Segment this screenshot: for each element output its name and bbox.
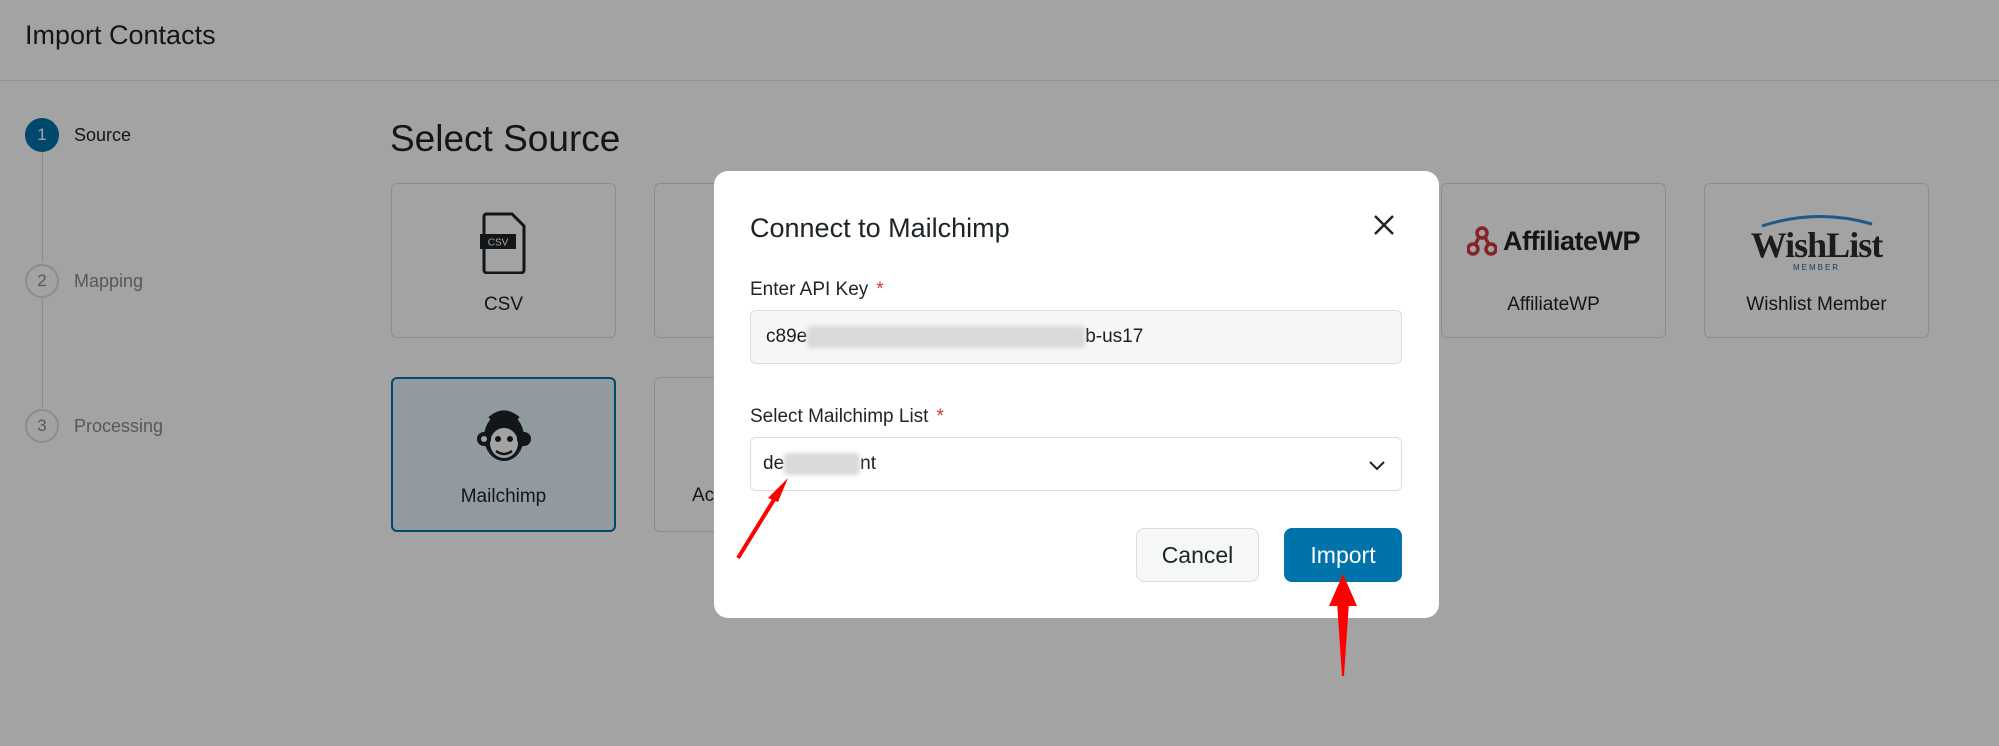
annotation-arrow-icon	[736, 478, 788, 560]
api-key-input[interactable]: c89e b-us17	[750, 310, 1402, 364]
chevron-down-icon	[1369, 461, 1385, 471]
required-marker: *	[936, 406, 944, 427]
api-key-value-end: b-us17	[1085, 326, 1144, 347]
api-key-value-start: c89e	[766, 326, 808, 347]
list-select-label: Select Mailchimp List *	[750, 406, 944, 427]
required-marker: *	[876, 279, 884, 300]
close-icon	[1374, 215, 1394, 235]
dialog-title: Connect to Mailchimp	[750, 213, 1010, 243]
mailchimp-list-select[interactable]: de nt	[750, 437, 1402, 491]
connect-mailchimp-dialog: Connect to Mailchimp Enter API Key * c89e…	[714, 171, 1439, 618]
cancel-button[interactable]: Cancel	[1136, 528, 1259, 582]
close-button[interactable]	[1368, 209, 1400, 241]
list-value-end: nt	[860, 453, 876, 474]
api-key-label: Enter API Key *	[750, 279, 884, 300]
annotation-arrow-icon	[1329, 574, 1357, 676]
redacted-text	[807, 326, 1086, 348]
